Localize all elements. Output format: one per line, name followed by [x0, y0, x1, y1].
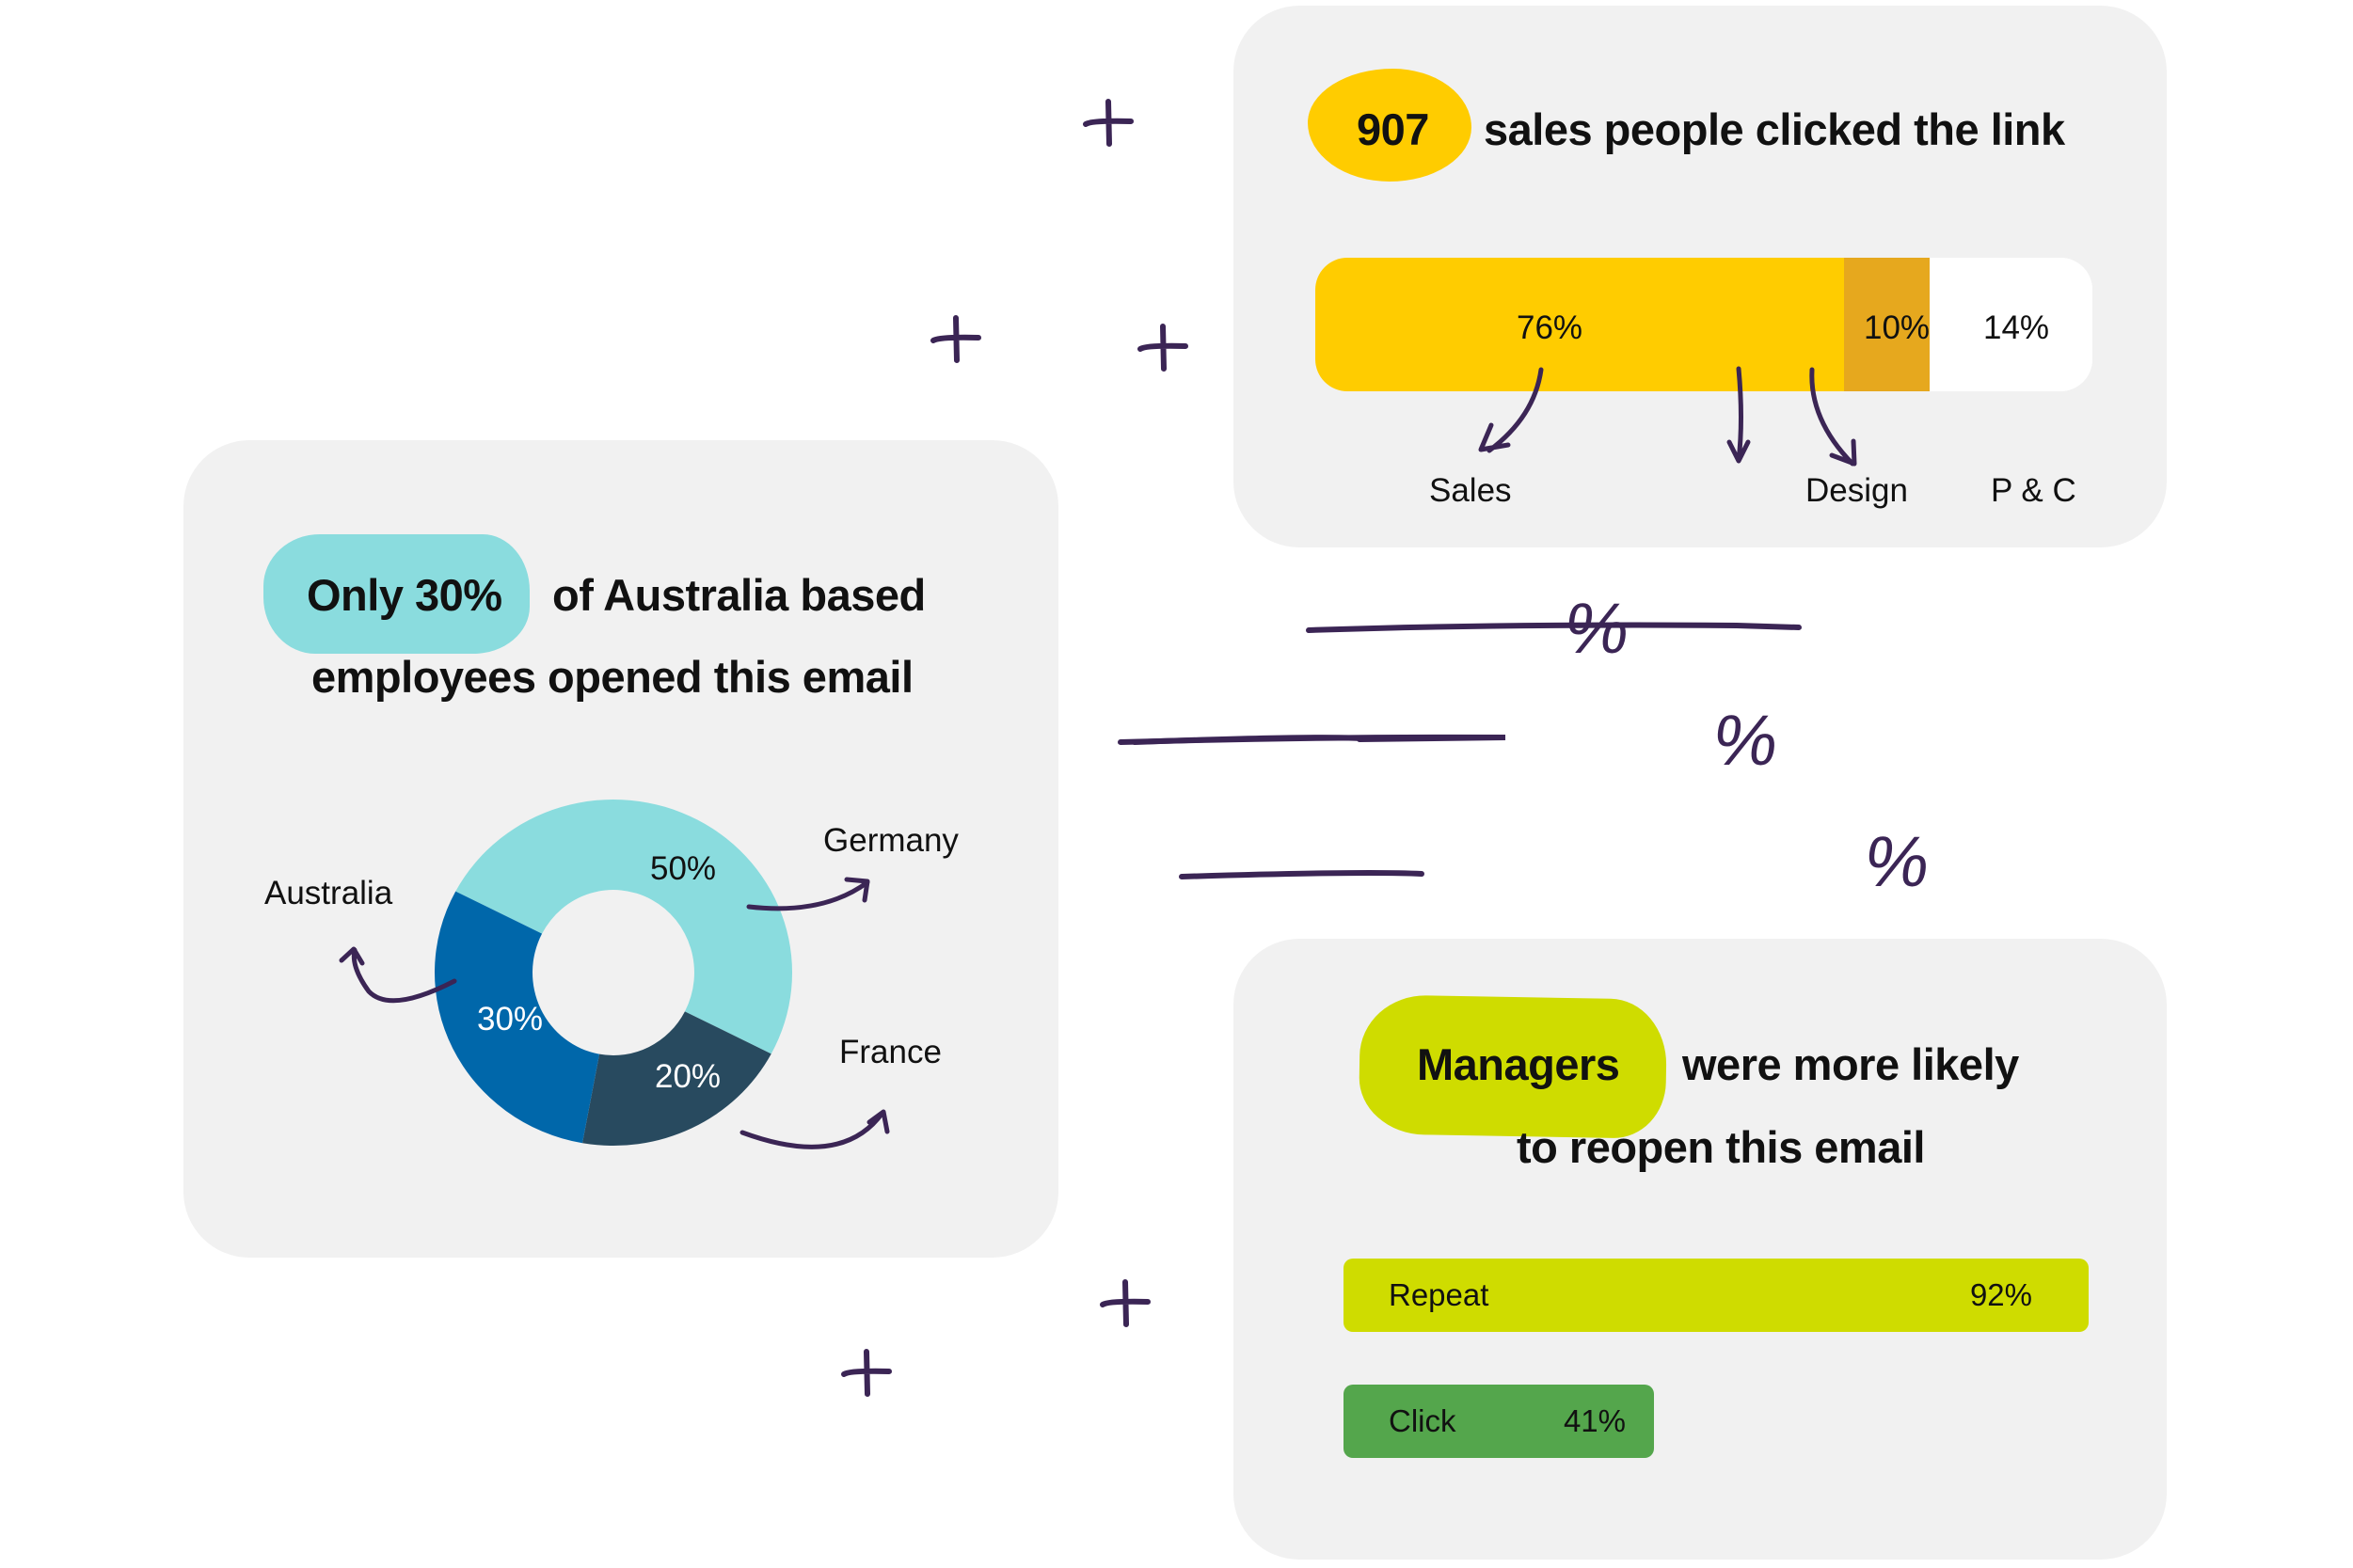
hand-drawn-line	[1132, 735, 1363, 745]
bar-repeat: Repeat 92%	[1343, 1259, 2089, 1332]
arrow-germany	[746, 877, 870, 911]
hand-drawn-line	[1179, 870, 1424, 879]
plus-icon	[841, 1349, 892, 1397]
arrow-france	[739, 1109, 890, 1149]
category-label-design: Design	[1805, 472, 1908, 509]
bar-value-click: 41%	[1563, 1403, 1626, 1438]
reopen-headline-line1: were more likely	[1682, 1039, 2019, 1089]
hand-drawn-line	[1306, 622, 1802, 633]
bar-value-repeat: 92%	[1969, 1277, 2032, 1312]
percent-sign-decoration: %	[1860, 822, 1935, 902]
percent-sign-decoration: %	[1709, 701, 1784, 781]
percent-sign-decoration: %	[1560, 589, 1635, 669]
reopen-card: Managers were more likely to reopen this…	[1233, 939, 2167, 1560]
plus-icon	[1137, 324, 1188, 372]
bar-arrows	[1478, 366, 1857, 467]
bar-label-click: Click	[1389, 1403, 1456, 1438]
opens-card: Only 30% of Australia based employees op…	[183, 440, 1058, 1258]
arrow-sales	[1478, 367, 1544, 453]
bar-click: Click 41%	[1343, 1385, 1654, 1458]
bar-label-repeat: Repeat	[1389, 1277, 1489, 1312]
arrow-pc	[1809, 367, 1857, 467]
plus-icon	[1083, 99, 1134, 147]
plus-icon	[1100, 1279, 1151, 1327]
arrow-design	[1726, 366, 1751, 464]
category-label-sales: Sales	[1429, 472, 1512, 509]
reopen-highlight: Managers	[1417, 1039, 1620, 1089]
reopen-headline-line2: to reopen this email	[1517, 1122, 1925, 1172]
clicks-card: 907 sales people clicked the link 76% 10…	[1233, 6, 2167, 547]
plus-icon	[930, 315, 981, 363]
category-label-pc: P & C	[1991, 472, 2076, 509]
arrow-australia	[339, 946, 457, 1004]
donut-arrows	[339, 877, 890, 1149]
